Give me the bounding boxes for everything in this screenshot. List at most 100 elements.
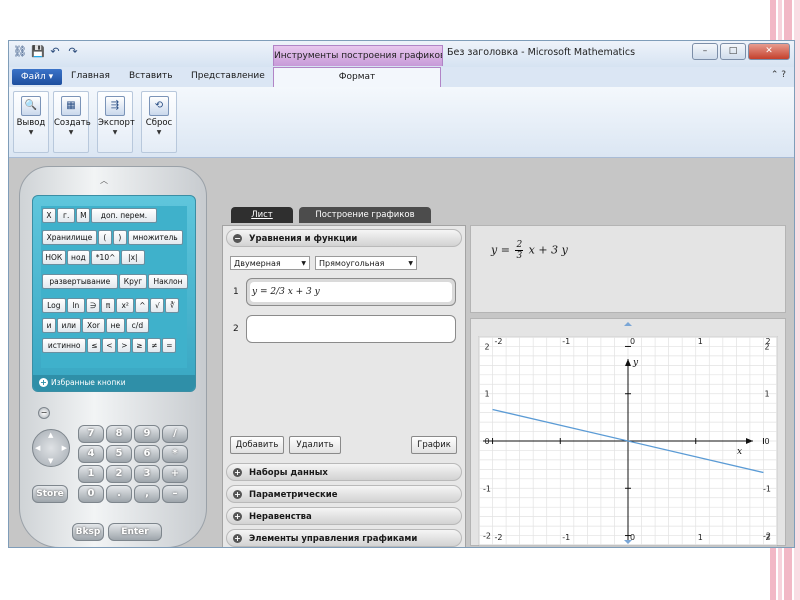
calc-key[interactable]: √ (150, 298, 165, 313)
graph-plot[interactable]: -2-2-1-10011222 21 10 0-1 -1-2 -2xy (471, 319, 787, 547)
calc-key[interactable]: ∋ (86, 298, 100, 313)
tab-graphing[interactable]: Построение графиков (299, 207, 431, 223)
keypad-key[interactable]: * (162, 445, 188, 463)
keypad-key[interactable]: 3 (134, 465, 160, 483)
calc-key[interactable]: ) (112, 230, 127, 245)
arrow-left-icon[interactable]: ◀ (35, 444, 40, 452)
y-axis-label: y (632, 358, 639, 368)
calc-key[interactable]: ≠ (147, 338, 162, 353)
save-icon[interactable]: 💾 (31, 46, 45, 58)
calc-key[interactable]: ∛ (165, 298, 180, 313)
keypad-key[interactable]: / (162, 425, 188, 443)
calc-key[interactable]: = (162, 338, 177, 353)
tab-format[interactable]: Формат (273, 67, 441, 87)
favorites-bar[interactable]: + Избранные кнопки (33, 375, 195, 391)
keypad-key[interactable]: 7 (78, 425, 104, 443)
calc-key[interactable]: доп. перем. (91, 208, 157, 223)
section-datasets-label: Наборы данных (249, 468, 328, 478)
calc-key[interactable]: *10^ (91, 250, 120, 265)
enter-key[interactable]: Enter (108, 523, 162, 541)
equation-input[interactable] (246, 315, 456, 343)
calc-key[interactable]: множитель (127, 230, 183, 245)
help-icon[interactable]: ⌃ ? (771, 70, 786, 80)
calc-key[interactable]: ( (97, 230, 112, 245)
calc-key[interactable]: Хранилище (42, 230, 97, 245)
backspace-key[interactable]: Bksp (72, 523, 104, 541)
section-inequalities[interactable]: + Неравенства (226, 507, 462, 525)
calc-key[interactable]: Круг (118, 274, 148, 289)
maximize-button[interactable]: □ (720, 43, 746, 60)
calc-key[interactable]: ≥ (132, 338, 147, 353)
keypad-key[interactable]: 8 (106, 425, 132, 443)
equation-input[interactable]: y = 2/3 x + 3 y (246, 278, 456, 306)
calc-key[interactable]: Наклон (148, 274, 188, 289)
redo-icon[interactable]: ↷ (67, 46, 79, 58)
calc-key[interactable]: Xor (81, 318, 106, 333)
undo-icon[interactable]: ↶ (49, 46, 61, 58)
output-button[interactable]: 🔍 Вывод ▼ (13, 91, 49, 153)
delete-button[interactable]: Удалить (289, 436, 341, 454)
close-button[interactable]: ✕ (748, 43, 790, 60)
quick-access-toolbar: ⛓ 💾 ↶ ↷ (13, 46, 79, 58)
keypad-key[interactable]: 1 (78, 465, 104, 483)
keypad-key[interactable]: 9 (134, 425, 160, 443)
section-graph-controls[interactable]: + Элементы управления графиками (226, 529, 462, 547)
calc-key[interactable]: < (102, 338, 117, 353)
section-parametric[interactable]: + Параметрические (226, 485, 462, 503)
keypad-key[interactable]: 4 (78, 445, 104, 463)
keypad-key[interactable]: – (162, 485, 188, 503)
calc-key[interactable]: X (42, 208, 56, 223)
direction-pad[interactable]: ▲ ▼ ◀ ▶ (32, 429, 70, 467)
coordinate-select[interactable]: Прямоугольная ▼ (315, 256, 417, 270)
calc-key[interactable]: ln (66, 298, 85, 313)
tab-file[interactable]: Файл ▾ (12, 69, 62, 85)
export-button[interactable]: ⇶ Экспорт ▼ (97, 91, 135, 153)
calc-key[interactable]: НОК (42, 250, 66, 265)
calc-key[interactable]: c/d (125, 318, 150, 333)
add-button[interactable]: Добавить (230, 436, 284, 454)
tab-view[interactable]: Представление (191, 71, 265, 81)
tab-insert[interactable]: Вставить (129, 71, 173, 81)
calc-key[interactable]: и (42, 318, 56, 333)
keypad-key[interactable]: . (106, 485, 132, 503)
calc-key[interactable]: ≤ (87, 338, 102, 353)
calc-key[interactable]: истинно (42, 338, 87, 353)
calc-key[interactable]: ^ (135, 298, 150, 313)
keypad-key[interactable]: 6 (134, 445, 160, 463)
chevron-up-icon[interactable]: ︿ (100, 175, 108, 186)
create-button[interactable]: ▦ Создать ▼ (53, 91, 91, 153)
section-equations[interactable]: − Уравнения и функции (226, 229, 462, 247)
calc-key[interactable]: не (106, 318, 125, 333)
tab-home[interactable]: Главная (71, 71, 110, 81)
arrow-right-icon[interactable]: ▶ (62, 444, 67, 452)
arrow-down-icon[interactable]: ▼ (48, 457, 53, 465)
calc-key[interactable]: г. (57, 208, 76, 223)
section-datasets[interactable]: + Наборы данных (226, 463, 462, 481)
keypad-key[interactable]: , (134, 485, 160, 503)
calc-key[interactable]: нод (66, 250, 91, 265)
calc-key[interactable]: или (57, 318, 81, 333)
arrow-up-icon[interactable]: ▲ (48, 431, 53, 439)
calc-key[interactable]: π (101, 298, 115, 313)
chain-icon[interactable]: ⛓ (13, 46, 27, 58)
collapse-icon[interactable]: − (38, 407, 50, 419)
tab-sheet[interactable]: Лист (231, 207, 293, 223)
store-key[interactable]: Store (32, 485, 68, 503)
graph-button[interactable]: График (411, 436, 457, 454)
keypad-key[interactable]: 0 (78, 485, 104, 503)
keypad-key[interactable]: + (162, 465, 188, 483)
keypad-key[interactable]: 5 (106, 445, 132, 463)
minimize-button[interactable]: – (692, 43, 718, 60)
dimension-select[interactable]: Двумерная ▼ (230, 256, 310, 270)
calc-key[interactable]: развертывание (42, 274, 118, 289)
calc-key[interactable]: M (76, 208, 91, 223)
keypad-key[interactable]: 2 (106, 465, 132, 483)
calc-key[interactable]: x² (116, 298, 135, 313)
graph-area[interactable]: -2 -2 -1 -1 0 0 1 1 2 2 2 2 1 1 0 0 -1 -1 -2 -2 x y (470, 318, 786, 546)
reset-button[interactable]: ⟲ Сброс ▼ (141, 91, 177, 153)
calc-key[interactable]: |x| (121, 250, 145, 265)
calc-key[interactable]: Log (42, 298, 66, 313)
calc-key[interactable]: > (117, 338, 132, 353)
x-tick-label: 0 (630, 337, 635, 346)
export-label: Экспорт (98, 118, 135, 128)
